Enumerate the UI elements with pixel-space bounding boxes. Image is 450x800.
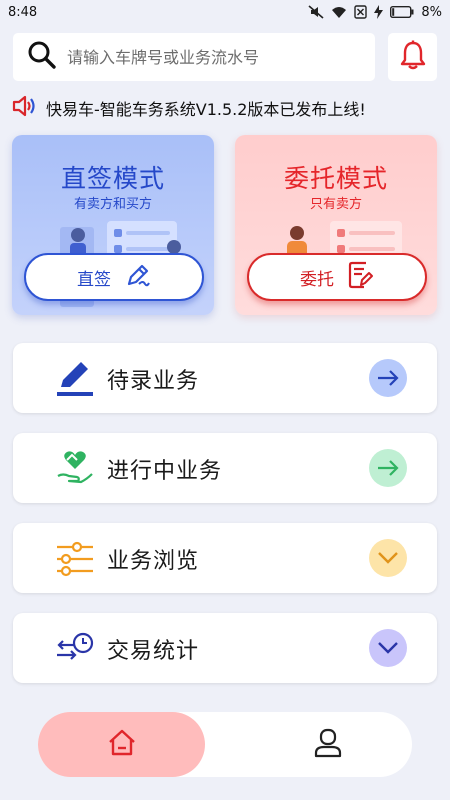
status-icons: 8% [308, 5, 442, 20]
sliders-icon [55, 539, 95, 579]
battery-percent: 8% [421, 4, 442, 20]
search-bar[interactable] [13, 33, 375, 81]
transaction-stats-item[interactable]: 交易统计 [13, 613, 437, 683]
chevron-down-icon[interactable] [369, 629, 407, 667]
status-bar: 8:48 8% [0, 0, 450, 24]
document-edit-icon [348, 261, 374, 294]
business-browse-label: 业务浏览 [107, 549, 200, 574]
pencil-icon [125, 262, 151, 293]
entrust-mode-subtitle: 只有卖方 [309, 197, 362, 212]
charging-icon [374, 5, 384, 19]
entrust-sign-button[interactable]: 委托 [247, 253, 427, 301]
nav-home-tab[interactable] [38, 712, 205, 777]
direct-mode-subtitle: 有卖方和买方 [73, 197, 152, 212]
entrust-mode-title: 委托模式 [283, 164, 388, 193]
home-icon [107, 728, 137, 762]
status-time: 8:48 [8, 4, 38, 20]
search-icon [27, 40, 57, 74]
direct-mode-card[interactable]: 直签模式 有卖方和买方 直签 [12, 135, 214, 315]
battery-icon [390, 6, 414, 18]
in-progress-business-item[interactable]: 进行中业务 [13, 433, 437, 503]
search-input[interactable] [67, 47, 367, 67]
direct-sign-label: 直签 [77, 269, 111, 290]
wifi-icon [331, 6, 347, 19]
in-progress-business-label: 进行中业务 [107, 459, 223, 484]
pending-business-item[interactable]: 待录业务 [13, 343, 437, 413]
direct-sign-button[interactable]: 直签 [24, 253, 204, 301]
user-icon [313, 728, 343, 762]
transaction-stats-label: 交易统计 [107, 639, 200, 664]
arrow-right-icon[interactable] [369, 449, 407, 487]
pending-business-label: 待录业务 [107, 369, 200, 394]
entrust-sign-label: 委托 [300, 269, 334, 290]
no-sim-icon [354, 5, 368, 19]
entrust-mode-card[interactable]: 委托模式 只有卖方 委托 [235, 135, 437, 315]
bottom-nav [38, 712, 412, 777]
arrow-right-icon[interactable] [369, 359, 407, 397]
exchange-clock-icon [55, 629, 95, 669]
nav-user-tab[interactable] [298, 712, 358, 777]
notification-button[interactable] [388, 33, 437, 81]
bell-icon [399, 40, 427, 74]
speaker-icon [12, 94, 38, 122]
hand-heart-icon [55, 449, 95, 489]
announcement-text: 快易车-智能车务系统V1.5.2版本已发布上线! [46, 100, 366, 119]
pen-icon [55, 359, 95, 399]
chevron-down-icon[interactable] [369, 539, 407, 577]
direct-mode-title: 直签模式 [60, 164, 165, 193]
business-browse-item[interactable]: 业务浏览 [13, 523, 437, 593]
announcement-bar[interactable]: 快易车-智能车务系统V1.5.2版本已发布上线! [12, 93, 442, 123]
mute-icon [308, 5, 324, 19]
